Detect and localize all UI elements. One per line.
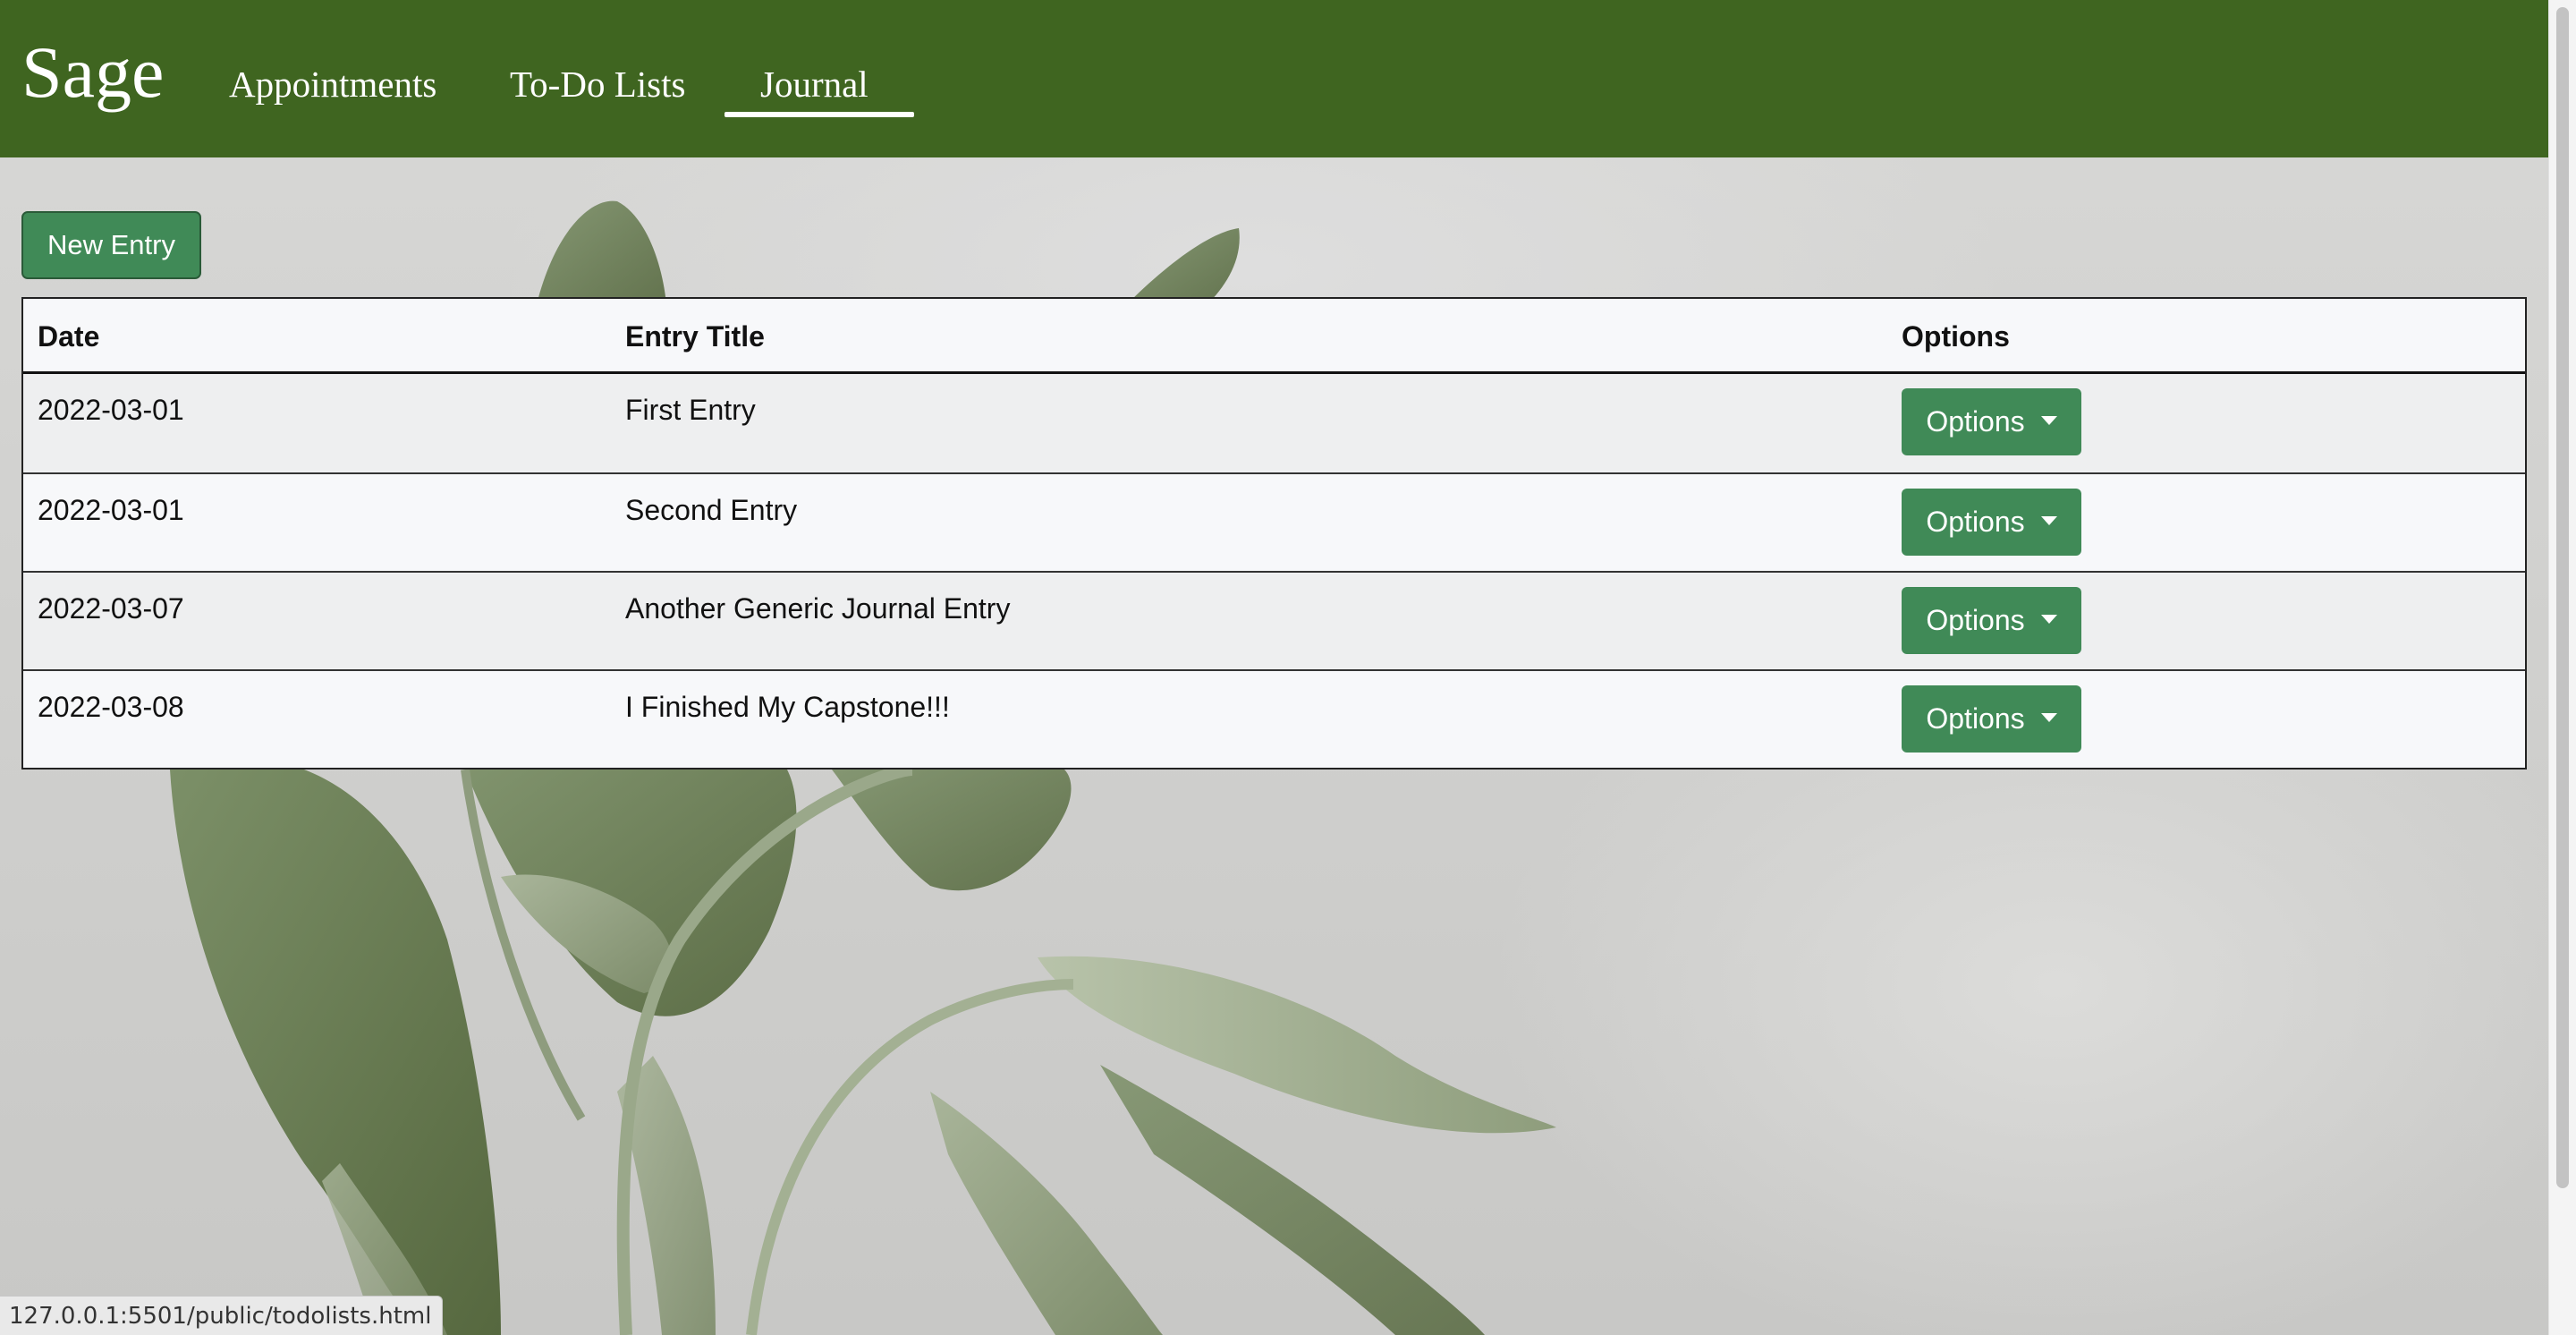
entry-date: 2022-03-08 xyxy=(38,691,184,723)
table-row: 2022-03-07 Another Generic Journal Entry… xyxy=(23,571,2525,669)
entry-date: 2022-03-01 xyxy=(38,494,184,526)
caret-down-icon xyxy=(2040,515,2057,525)
new-entry-button[interactable]: New Entry xyxy=(21,211,201,279)
caret-down-icon xyxy=(2040,415,2057,425)
top-navbar: Sage Appointments To-Do Lists Journal xyxy=(0,0,2548,157)
entry-title: First Entry xyxy=(625,394,756,426)
column-header-options: Options xyxy=(1902,320,2010,353)
table-header-row: Date Entry Title Options xyxy=(23,299,2525,374)
nav-link-todo-lists[interactable]: To-Do Lists xyxy=(510,66,685,103)
options-button-label: Options xyxy=(1926,604,2025,636)
nav-link-appointments[interactable]: Appointments xyxy=(229,66,436,103)
options-button-label: Options xyxy=(1926,506,2025,538)
options-button-label: Options xyxy=(1926,405,2025,438)
entry-date: 2022-03-01 xyxy=(38,394,184,426)
caret-down-icon xyxy=(2040,614,2057,624)
journal-entries-table: Date Entry Title Options 2022-03-01 Firs… xyxy=(21,297,2527,770)
table-row: 2022-03-08 I Finished My Capstone!!! Opt… xyxy=(23,669,2525,768)
entry-title: Another Generic Journal Entry xyxy=(625,592,1011,625)
column-header-entry-title: Entry Title xyxy=(625,320,765,353)
options-dropdown-button[interactable]: Options xyxy=(1902,685,2081,753)
brand-logo[interactable]: Sage xyxy=(21,36,164,109)
table-row: 2022-03-01 First Entry Options xyxy=(23,374,2525,472)
nav-link-journal[interactable]: Journal xyxy=(760,66,869,103)
entry-date: 2022-03-07 xyxy=(38,592,184,625)
entry-title: I Finished My Capstone!!! xyxy=(625,691,950,723)
options-button-label: Options xyxy=(1926,702,2025,735)
active-nav-indicator xyxy=(724,112,914,117)
options-dropdown-button[interactable]: Options xyxy=(1902,587,2081,654)
scrollbar-thumb[interactable] xyxy=(2556,7,2569,1188)
entry-title: Second Entry xyxy=(625,494,798,526)
column-header-date: Date xyxy=(38,320,100,353)
table-row: 2022-03-01 Second Entry Options xyxy=(23,472,2525,571)
link-status-bar: 127.0.0.1:5501/public/todolists.html xyxy=(0,1296,444,1335)
caret-down-icon xyxy=(2040,712,2057,722)
options-dropdown-button[interactable]: Options xyxy=(1902,388,2081,455)
options-dropdown-button[interactable]: Options xyxy=(1902,489,2081,556)
